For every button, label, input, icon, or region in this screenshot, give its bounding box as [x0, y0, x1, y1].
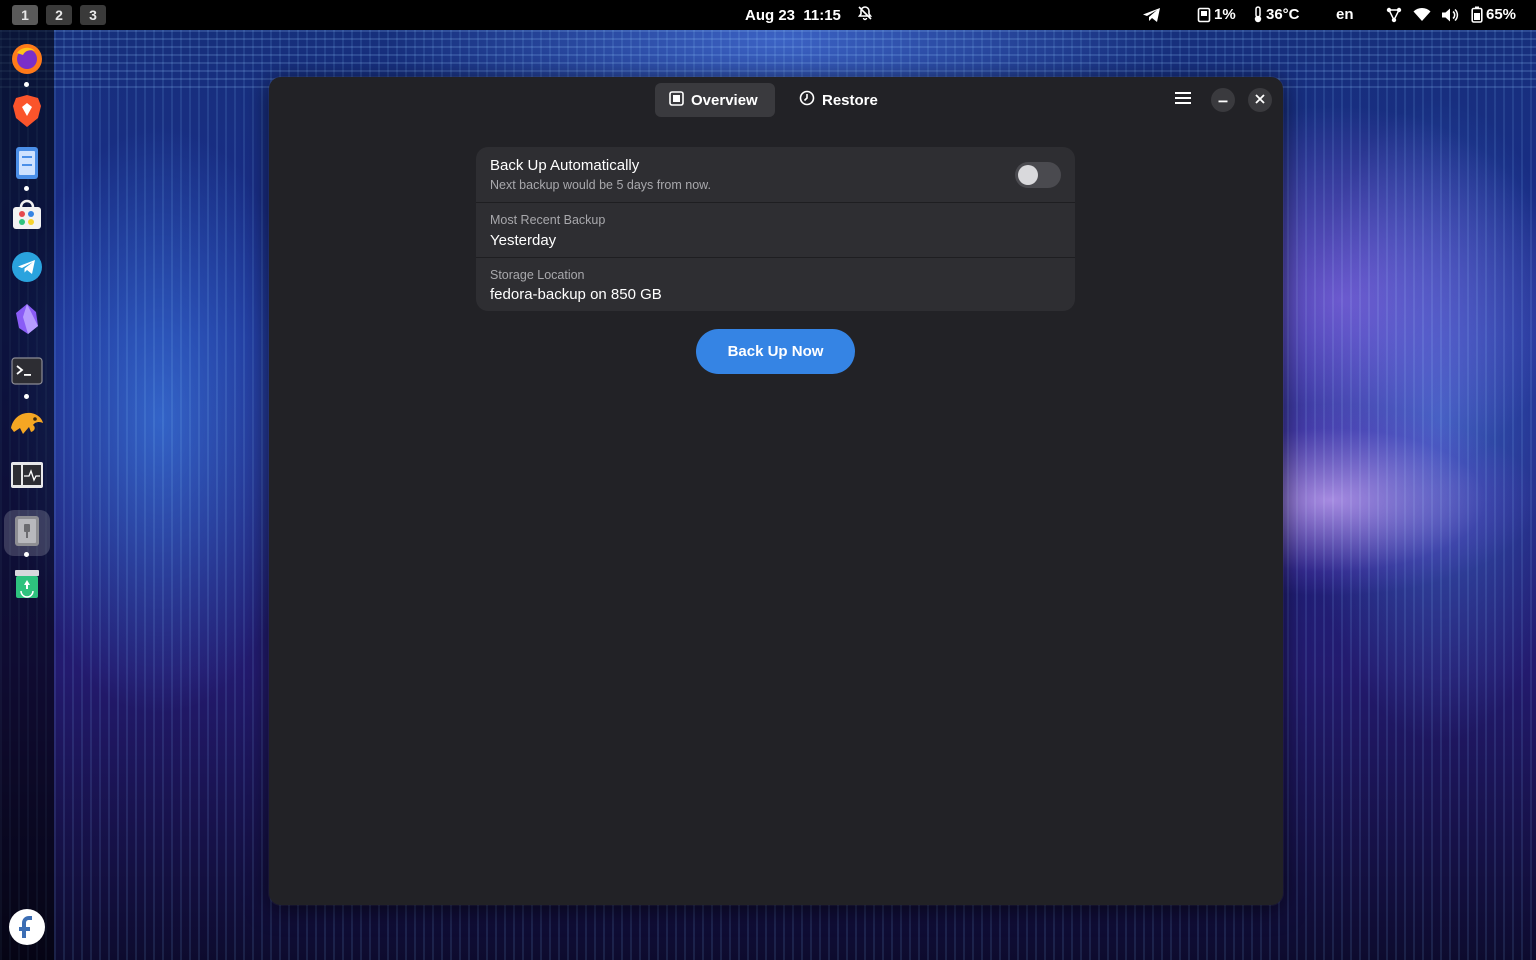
storage-icon — [1197, 7, 1211, 23]
clock-date: Aug 23 11:15 — [745, 6, 841, 24]
dock-terminal[interactable] — [4, 350, 50, 396]
close-icon — [1255, 91, 1265, 109]
dock — [0, 30, 54, 960]
recent-backup-value: Yesterday — [490, 232, 557, 249]
close-button[interactable] — [1248, 88, 1272, 112]
recent-backup-label: Most Recent Backup — [490, 213, 606, 227]
storage-location-label: Storage Location — [490, 268, 585, 282]
storage-indicator[interactable]: 1% — [1197, 6, 1236, 23]
dock-show-apps[interactable] — [4, 906, 50, 952]
workspace-2-button[interactable]: 2 — [46, 5, 72, 25]
dock-telegram[interactable] — [4, 246, 50, 292]
main-menu-button[interactable] — [1169, 88, 1197, 112]
dock-system-monitor[interactable] — [4, 454, 50, 500]
battery-icon — [1471, 6, 1483, 23]
backup-icon — [14, 515, 40, 552]
software-icon — [11, 199, 43, 236]
language-indicator[interactable]: en — [1336, 6, 1354, 23]
backup-app-window: Overview Restore Back Up Automatically N… — [269, 77, 1283, 905]
dock-brave[interactable] — [4, 90, 50, 136]
overview-icon — [669, 90, 684, 110]
top-bar: 1 2 3 Aug 23 11:15 1% 36°C en 65% — [0, 0, 1536, 30]
thermometer-icon — [1253, 6, 1263, 23]
firefox-icon — [10, 42, 44, 81]
back-up-now-button[interactable]: Back Up Now — [696, 329, 855, 374]
dock-backups[interactable] — [4, 510, 50, 556]
auto-backup-subtitle: Next backup would be 5 days from now. — [490, 178, 711, 192]
dock-software[interactable] — [4, 194, 50, 240]
running-indicator — [24, 82, 29, 87]
tab-overview[interactable]: Overview — [655, 83, 775, 117]
clock-button[interactable]: Aug 23 11:15 — [745, 0, 873, 30]
header-bar: Overview Restore — [269, 77, 1283, 123]
files-icon — [14, 146, 40, 185]
minimize-button[interactable] — [1211, 88, 1235, 112]
system-monitor-icon — [10, 461, 44, 494]
workspace-indicator: 1 2 3 — [12, 5, 106, 25]
wifi-icon — [1413, 7, 1431, 26]
workspace-3-button[interactable]: 3 — [80, 5, 106, 25]
switch-knob — [1018, 165, 1038, 185]
backup-preferences-group: Back Up Automatically Next backup would … — [476, 147, 1075, 311]
tab-overview-label: Overview — [691, 91, 758, 109]
obsidian-icon — [12, 303, 42, 340]
fedora-logo-icon — [8, 908, 46, 951]
tab-restore-label: Restore — [822, 91, 878, 109]
volume-icon — [1441, 7, 1459, 27]
auto-backup-switch[interactable] — [1015, 162, 1061, 188]
storage-location-value: fedora-backup on 850 GB — [490, 286, 662, 303]
dock-dbeaver[interactable] — [4, 402, 50, 448]
dbeaver-icon — [9, 408, 45, 443]
dock-obsidian[interactable] — [4, 298, 50, 344]
recent-backup-row: Most Recent Backup Yesterday — [476, 202, 1075, 257]
bell-off-icon — [857, 5, 873, 25]
hamburger-menu-icon — [1175, 91, 1191, 110]
dock-files[interactable] — [4, 142, 50, 188]
brave-icon — [11, 94, 43, 133]
auto-backup-row[interactable]: Back Up Automatically Next backup would … — [476, 147, 1075, 202]
temperature-indicator[interactable]: 36°C — [1253, 6, 1300, 23]
running-indicator — [24, 394, 29, 399]
trash-icon — [13, 567, 41, 604]
storage-location-row[interactable]: Storage Location fedora-backup on 850 GB — [476, 257, 1075, 311]
terminal-icon — [11, 356, 43, 390]
tab-restore[interactable]: Restore — [785, 83, 892, 117]
dock-firefox[interactable] — [4, 38, 50, 84]
dock-trash[interactable] — [4, 562, 50, 608]
running-indicator — [24, 186, 29, 191]
telegram-icon — [11, 251, 43, 288]
running-indicator — [24, 552, 29, 557]
battery-indicator[interactable]: 65% — [1471, 6, 1516, 23]
workspace-1-button[interactable]: 1 — [12, 5, 38, 25]
minimize-icon — [1218, 91, 1228, 109]
auto-backup-title: Back Up Automatically — [490, 157, 640, 174]
telegram-tray-icon[interactable] — [1142, 7, 1162, 27]
network-icon — [1385, 7, 1403, 27]
system-status-area[interactable]: 1% 36°C en 65% — [1140, 0, 1530, 30]
clock-icon — [799, 90, 815, 110]
